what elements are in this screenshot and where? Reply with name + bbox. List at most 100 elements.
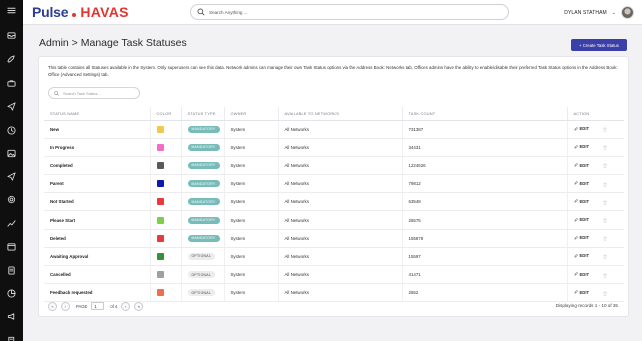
- delete-button[interactable]: [603, 236, 607, 241]
- status-filter-input[interactable]: Search Task Status...: [48, 87, 140, 99]
- edit-button[interactable]: EDIT: [573, 144, 589, 149]
- color-swatch: [156, 271, 164, 279]
- user-menu[interactable]: DYLAN STATHAM ⌄: [564, 3, 634, 22]
- edit-button[interactable]: EDIT: [573, 235, 589, 240]
- edit-icon: [573, 235, 578, 240]
- status-networks: All Networks: [278, 229, 403, 248]
- edit-label: EDIT: [579, 271, 590, 277]
- edit-button[interactable]: EDIT: [573, 163, 589, 168]
- create-task-status-button[interactable]: + Create Task Status: [571, 39, 627, 51]
- list-icon[interactable]: [7, 266, 16, 275]
- table-row: Cancelled OPTIONAL System All Networks 41471…: [44, 265, 624, 285]
- filter-placeholder: Search Task Status...: [63, 90, 101, 96]
- edit-button[interactable]: EDIT: [573, 199, 589, 204]
- delete-button[interactable]: [603, 218, 607, 223]
- status-task-count: 79812: [402, 174, 568, 194]
- image-icon[interactable]: [7, 149, 16, 158]
- brand-havas-text: HAVAS: [80, 4, 129, 20]
- edit-button[interactable]: EDIT: [573, 290, 589, 295]
- delete-button[interactable]: [603, 145, 607, 150]
- edit-icon: [573, 290, 578, 294]
- trash-icon: [603, 127, 607, 132]
- edit-button[interactable]: EDIT: [573, 253, 589, 258]
- color-swatch: [156, 180, 164, 188]
- clock-icon[interactable]: [7, 126, 16, 135]
- trash-icon: [603, 163, 607, 169]
- pie-icon[interactable]: [7, 289, 16, 298]
- col-color[interactable]: COLOR: [150, 107, 182, 121]
- chevron-down-icon: ⌄: [611, 9, 616, 16]
- status-name: In Progress: [44, 138, 151, 157]
- trash-icon: [603, 200, 607, 205]
- status-type-badge: MANDATORY: [187, 125, 220, 133]
- menu-icon[interactable]: [7, 6, 16, 15]
- delete-button[interactable]: [603, 291, 607, 296]
- briefcase-icon[interactable]: [7, 79, 16, 88]
- status-color: [150, 192, 182, 212]
- status-type-badge: OPTIONAL: [187, 289, 216, 297]
- page-title: Admin > Manage Task Statuses: [39, 37, 187, 49]
- status-networks: All Networks: [278, 174, 403, 194]
- status-task-count: 1224626: [402, 156, 568, 176]
- send-icon[interactable]: [7, 172, 16, 181]
- records-summary: Displaying records 1 - 10 of 35: [555, 303, 618, 308]
- trash-icon: [603, 218, 607, 223]
- edit-icon: [573, 163, 578, 167]
- settings-icon[interactable]: [7, 195, 16, 204]
- rocket-icon[interactable]: [7, 55, 16, 64]
- status-type: MANDATORY: [181, 229, 225, 248]
- delete-button[interactable]: [603, 200, 607, 205]
- prev-page-button[interactable]: ‹: [61, 301, 70, 311]
- delete-button[interactable]: [603, 182, 607, 187]
- chart-icon[interactable]: [7, 219, 16, 228]
- first-page-button[interactable]: «: [48, 301, 57, 311]
- trash-icon: [603, 273, 607, 278]
- table-row: Please Start MANDATORY System All Networks 2…: [44, 210, 624, 230]
- send-icon[interactable]: [7, 102, 16, 111]
- status-type: OPTIONAL: [181, 265, 225, 285]
- delete-button[interactable]: [603, 254, 607, 260]
- status-owner: System: [224, 247, 279, 267]
- delete-button[interactable]: [603, 273, 607, 278]
- brand-logo[interactable]: Pulse HAVAS: [32, 4, 129, 20]
- page-total: of 4: [110, 303, 118, 309]
- status-type-badge: MANDATORY: [187, 216, 220, 224]
- book-icon[interactable]: [7, 336, 16, 341]
- col-task-count[interactable]: TASK COUNT: [402, 107, 568, 121]
- col-available-networks[interactable]: AVAILABLE TO NETWORKS: [278, 107, 403, 121]
- status-color: [150, 283, 182, 303]
- inbox-icon[interactable]: [7, 31, 16, 40]
- trash-icon: [603, 291, 607, 296]
- status-networks: All Networks: [278, 247, 403, 267]
- status-type: MANDATORY: [181, 138, 225, 157]
- color-swatch: [156, 198, 164, 206]
- status-type: OPTIONAL: [181, 283, 225, 303]
- status-actions: EDIT: [567, 265, 624, 285]
- delete-button[interactable]: [603, 163, 607, 169]
- edit-button[interactable]: EDIT: [573, 181, 589, 186]
- col-owner[interactable]: OWNER: [224, 107, 279, 121]
- delete-button[interactable]: [603, 127, 607, 132]
- table-row: Awaiting Approval OPTIONAL System All Netwo…: [44, 247, 624, 267]
- color-swatch: [156, 125, 164, 133]
- sidebar-rail: [0, 0, 23, 341]
- edit-button[interactable]: EDIT: [573, 271, 590, 277]
- megaphone-icon[interactable]: [7, 312, 16, 321]
- color-swatch: [156, 252, 164, 260]
- statuses-card: This table contains all Statuses availab…: [38, 56, 629, 317]
- status-name: Parent: [44, 174, 151, 194]
- next-page-button[interactable]: ›: [121, 301, 131, 311]
- col-status-type[interactable]: STATUS TYPE: [181, 107, 225, 121]
- edit-button[interactable]: EDIT: [573, 126, 589, 131]
- status-networks: All Networks: [278, 138, 403, 157]
- status-color: [150, 120, 182, 139]
- table-header-row: STATUS NAME COLOR STATUS TYPE OWNER AVAI…: [44, 107, 624, 121]
- page-number-input[interactable]: 1: [91, 302, 105, 310]
- last-page-button[interactable]: »: [134, 301, 144, 311]
- edit-button[interactable]: EDIT: [573, 217, 589, 222]
- status-actions: EDIT: [567, 283, 624, 303]
- calendar-icon[interactable]: [7, 242, 16, 251]
- avatar[interactable]: [621, 6, 634, 19]
- global-search-input[interactable]: Search Anything ...: [190, 4, 509, 20]
- col-status-name[interactable]: STATUS NAME: [44, 107, 151, 121]
